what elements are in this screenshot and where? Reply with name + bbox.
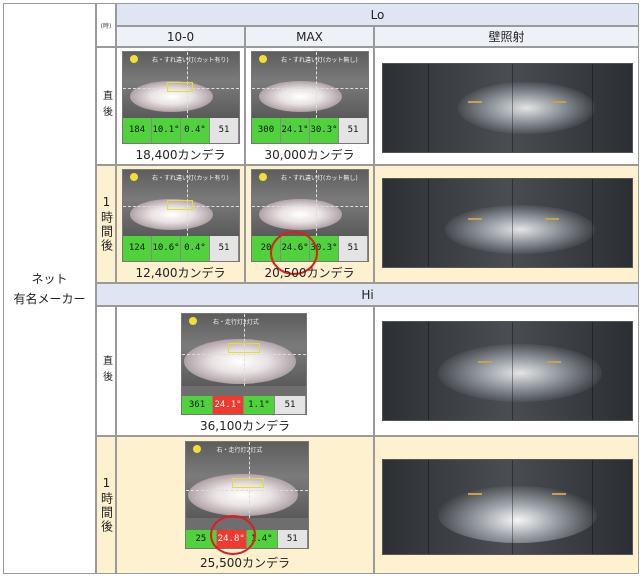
- lo-1h-wall-cell: [374, 165, 639, 283]
- col-header-100: 10-0: [116, 26, 245, 47]
- meter-reading: 10.6°: [152, 235, 181, 261]
- candela-value: 36,100カンデラ: [200, 419, 290, 433]
- hi-1h-wall-cell: [374, 436, 639, 574]
- candela-value: 18,400カンデラ: [135, 148, 226, 162]
- meter-title: 右・すれ違い灯(カット無し): [281, 56, 358, 64]
- lo-1h-max-cell: 右・すれ違い灯(カット無し) 20 24.6° 30.3° 51 20,500カ…: [245, 165, 374, 283]
- product-name: ネット 有名メーカー: [13, 271, 86, 306]
- row-label-immediate-text: 直後: [100, 90, 112, 122]
- time-unit-cell: (時): [96, 3, 116, 47]
- hi-immediate-wall-cell: [374, 306, 639, 436]
- meter-reading: 51: [277, 529, 308, 548]
- col-header-100-label: 10-0: [166, 29, 195, 44]
- meter-title: 右・すれ違い灯(カット有り): [152, 174, 229, 182]
- row-label-hi-immediate: 直後: [96, 306, 116, 436]
- wall-photo: [382, 63, 633, 153]
- row-label-1h-text: 1時間後: [99, 195, 114, 253]
- wall-photo: [382, 321, 633, 421]
- meter-reading: 0.4°: [181, 235, 210, 261]
- meter-reading: 51: [210, 235, 239, 261]
- row-label-immediate-text: 直後: [100, 355, 112, 387]
- meter-reading: 1.1°: [244, 396, 275, 414]
- meter-title: 右・走行灯2灯式: [213, 319, 259, 326]
- meter-photo: 右・すれ違い灯(カット有り) 124 10.6° 0.4° 51: [122, 169, 240, 262]
- row-label-hi-1h: 1時間後: [96, 436, 116, 574]
- col-header-wall: 壁照射: [374, 26, 639, 47]
- hi-immediate-meter-cell: 右・走行灯2灯式 361 24.1° 1.1° 51 36,100カンデラ: [116, 306, 374, 436]
- meter-photo: 右・すれ違い灯(カット有り) 184 10.1° 0.4° 51: [122, 51, 240, 144]
- col-header-max: MAX: [245, 26, 374, 47]
- meter-reading: 51: [339, 235, 368, 261]
- meter-title: 右・走行灯2灯式: [216, 447, 263, 455]
- row-label-lo-immediate: 直後: [96, 47, 116, 165]
- hi-1h-meter-cell: 右・走行灯2灯式 25 24.8° 1.4° 51 25,500カンデラ: [116, 436, 374, 574]
- candela-value: 20,500カンデラ: [264, 266, 355, 280]
- hi-header-label: Hi: [361, 287, 374, 302]
- lo-header-label: Lo: [370, 7, 385, 22]
- meter-reading: 30.3°: [310, 117, 339, 143]
- candela-value: 25,500カンデラ: [200, 556, 290, 570]
- meter-reading: 51: [275, 396, 306, 414]
- lo-header: Lo: [116, 3, 639, 26]
- meter-photo: 右・すれ違い灯(カット無し) 300 24.1° 30.3° 51: [251, 51, 369, 144]
- meter-reading: 51: [339, 117, 368, 143]
- lo-1h-100-cell: 右・すれ違い灯(カット有り) 124 10.6° 0.4° 51 12,400カ…: [116, 165, 245, 283]
- meter-mode-icon: [258, 54, 267, 63]
- highlight-circle: [210, 515, 256, 555]
- meter-reading: 51: [210, 117, 239, 143]
- col-header-max-label: MAX: [296, 29, 323, 44]
- row-label-lo-1h: 1時間後: [96, 165, 116, 283]
- candela-value: 30,000カンデラ: [264, 148, 355, 162]
- comparison-table: ネット 有名メーカー (時) Lo 10-0 MAX 壁照射 直後 右・すれ違い…: [0, 0, 644, 579]
- meter-title: 右・すれ違い灯(カット無し): [281, 174, 358, 182]
- hi-header: Hi: [96, 283, 639, 306]
- meter-mode-icon: [258, 172, 267, 181]
- meter-reading: 184: [123, 117, 152, 143]
- wall-photo: [382, 178, 633, 268]
- product-cell: ネット 有名メーカー: [3, 3, 96, 574]
- meter-reading: 361: [182, 396, 213, 414]
- wall-photo: [382, 459, 633, 555]
- meter-reading: 0.4°: [181, 117, 210, 143]
- lo-immediate-100-cell: 右・すれ違い灯(カット有り) 184 10.1° 0.4° 51 18,400カ…: [116, 47, 245, 165]
- row-label-1h-text: 1時間後: [99, 476, 114, 534]
- meter-photo: 右・走行灯2灯式 361 24.1° 1.1° 51: [181, 313, 307, 415]
- meter-reading: 24.1°: [213, 396, 244, 414]
- meter-title: 右・すれ違い灯(カット有り): [152, 56, 229, 64]
- time-unit-label: (時): [100, 22, 112, 30]
- meter-reading: 10.1°: [152, 117, 181, 143]
- meter-mode-icon: [129, 172, 138, 181]
- meter-reading: 24.1°: [281, 117, 310, 143]
- col-header-wall-label: 壁照射: [488, 30, 525, 44]
- lo-immediate-wall-cell: [374, 47, 639, 165]
- meter-mode-icon: [129, 54, 138, 63]
- meter-reading: 124: [123, 235, 152, 261]
- meter-reading: 300: [252, 117, 281, 143]
- candela-value: 12,400カンデラ: [135, 266, 226, 280]
- lo-immediate-max-cell: 右・すれ違い灯(カット無し) 300 24.1° 30.3° 51 30,000…: [245, 47, 374, 165]
